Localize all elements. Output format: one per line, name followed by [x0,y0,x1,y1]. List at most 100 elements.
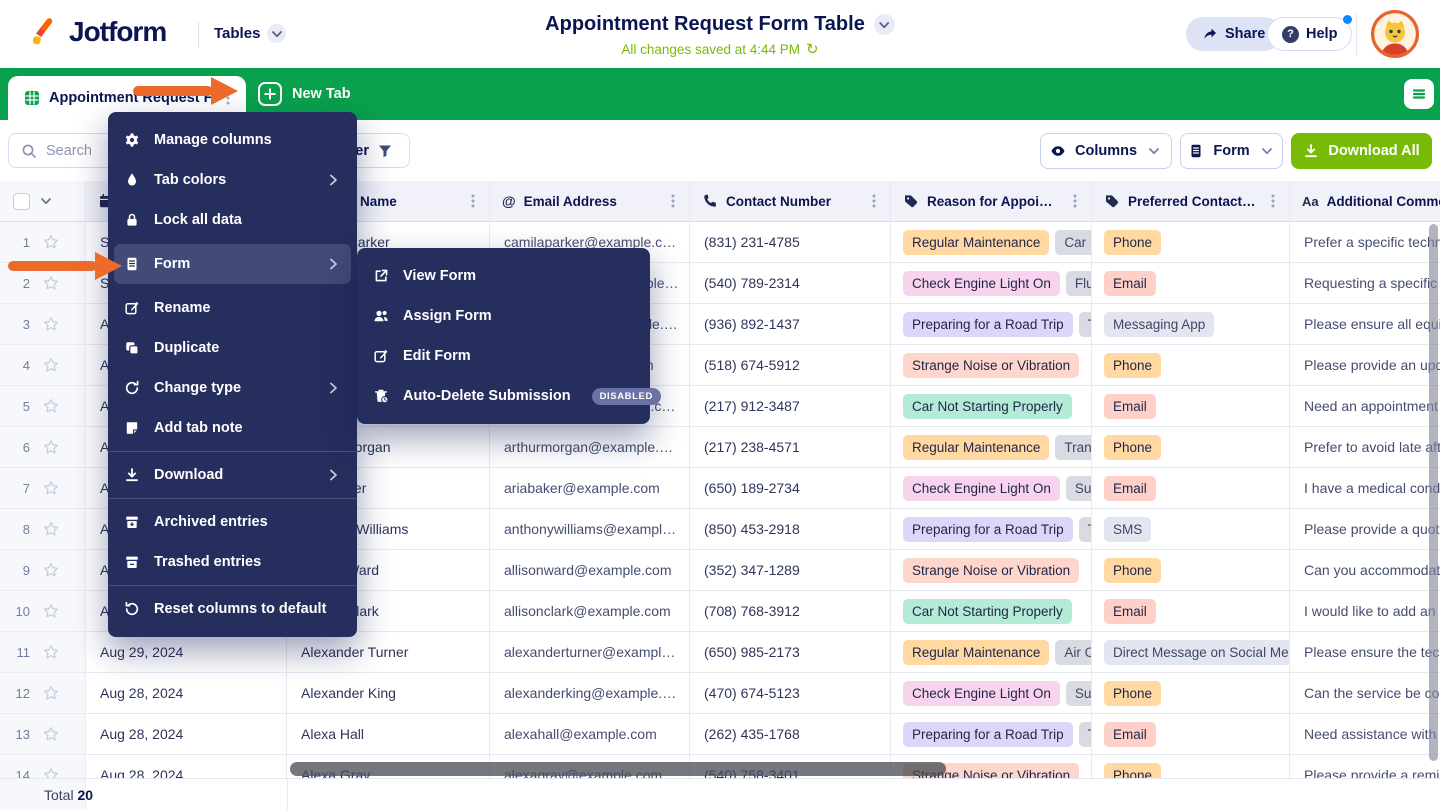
download-all-button[interactable]: Download All [1291,133,1432,169]
cell-reason[interactable]: Regular MaintenanceAir Conditioning [891,632,1092,673]
menu-item-change-type[interactable]: Change type [108,368,357,408]
cell-comments[interactable]: Can you accommodate an early morning [1290,550,1440,591]
cell-comments[interactable]: Please provide a reminder before the [1290,755,1440,778]
horizontal-scrollbar[interactable] [290,762,946,776]
star-icon[interactable] [43,275,59,291]
star-icon[interactable] [43,685,59,701]
cell-reason[interactable]: Regular MaintenanceTransmission [891,427,1092,468]
star-icon[interactable] [43,726,59,742]
cell-date[interactable]: Aug 28, 2024 [86,714,287,755]
cell-phone[interactable]: (936) 892-1437 [690,304,891,345]
cell-email[interactable]: allisonclark@example.com [490,591,690,632]
tables-dropdown[interactable]: Tables [214,24,286,43]
title-chevron-icon[interactable] [874,14,895,35]
cell-preferred-contact[interactable]: Messaging App [1092,304,1290,345]
cell-date[interactable]: Aug 29, 2024 [86,632,287,673]
star-icon[interactable] [43,521,59,537]
star-icon[interactable] [43,439,59,455]
cell-preferred-contact[interactable]: SMS [1092,509,1290,550]
column-header-reason[interactable]: Reason for Appointment [891,181,1092,222]
cell-reason[interactable]: Check Engine Light OnSuspension [891,468,1092,509]
form-button[interactable]: Form [1180,133,1283,169]
cell-reason[interactable]: Strange Noise or Vibration [891,550,1092,591]
menu-item-trashed-entries[interactable]: Trashed entries [108,542,357,582]
star-icon[interactable] [43,603,59,619]
kebab-icon[interactable] [665,193,681,209]
cell-phone[interactable]: (650) 985-2173 [690,632,891,673]
submenu-item-edit-form[interactable]: Edit Form [357,336,650,376]
cell-reason[interactable]: Strange Noise or Vibration [891,345,1092,386]
help-button[interactable]: ? Help [1267,17,1352,51]
column-header-comments[interactable]: Aa Additional Comments [1290,181,1440,222]
cell-comments[interactable]: Requesting a specific service package [1290,263,1440,304]
star-icon[interactable] [43,357,59,373]
cell-preferred-contact[interactable]: Email [1092,263,1290,304]
columns-button[interactable]: Columns [1040,133,1172,169]
cell-comments[interactable]: Can the service be completed today [1290,673,1440,714]
cell-phone[interactable]: (708) 768-3912 [690,591,891,632]
cell-name[interactable]: Alexander King [287,673,490,714]
avatar[interactable] [1371,10,1419,58]
cell-reason[interactable]: Regular MaintenanceCar Inspection [891,222,1092,263]
menu-item-reset-columns-to-default[interactable]: Reset columns to default [108,589,357,629]
cell-reason[interactable]: Check Engine Light OnFluid Leak [891,263,1092,304]
cell-comments[interactable]: Please provide a quote before starting [1290,509,1440,550]
select-all-checkbox[interactable] [13,193,30,210]
cell-preferred-contact[interactable]: Phone [1092,673,1290,714]
cell-email[interactable]: alexanderking@example.com [490,673,690,714]
cell-comments[interactable]: Please ensure all equipment is ready [1290,304,1440,345]
cell-comments[interactable]: Please ensure the technician is certifie… [1290,632,1440,673]
cell-phone[interactable]: (540) 789-2314 [690,263,891,304]
cell-preferred-contact[interactable]: Email [1092,714,1290,755]
menu-item-add-tab-note[interactable]: Add tab note [108,408,357,448]
kebab-icon[interactable] [1067,193,1083,209]
cell-preferred-contact[interactable]: Email [1092,591,1290,632]
cell-phone[interactable]: (352) 347-1289 [690,550,891,591]
menu-item-download[interactable]: Download [108,455,357,495]
star-icon[interactable] [43,234,59,250]
cell-preferred-contact[interactable]: Phone [1092,550,1290,591]
star-icon[interactable] [43,644,59,660]
cell-phone[interactable]: (217) 238-4571 [690,427,891,468]
star-icon[interactable] [43,398,59,414]
cell-email[interactable]: arthurmorgan@example.com [490,427,690,468]
cell-preferred-contact[interactable]: Phone [1092,222,1290,263]
vertical-scrollbar[interactable] [1429,224,1438,761]
cell-email[interactable]: anthonywilliams@example.com [490,509,690,550]
cell-phone[interactable]: (470) 674-5123 [690,673,891,714]
cell-reason[interactable]: Car Not Starting Properly [891,386,1092,427]
star-icon[interactable] [43,316,59,332]
cell-phone[interactable]: (518) 674-5912 [690,345,891,386]
column-header-contact-number[interactable]: Contact Number [690,181,891,222]
submenu-item-view-form[interactable]: View Form [357,256,650,296]
menu-item-tab-colors[interactable]: Tab colors [108,160,357,200]
cell-phone[interactable]: (650) 189-2734 [690,468,891,509]
cell-name[interactable]: Alexander Turner [287,632,490,673]
submenu-item-auto-delete-submission[interactable]: Auto-Delete Submission DISABLED [357,376,650,416]
chevron-down-icon[interactable] [38,193,54,209]
cell-email[interactable]: alexanderturner@example.com [490,632,690,673]
star-icon[interactable] [43,562,59,578]
cell-reason[interactable]: Preparing for a Road TripTire Check [891,509,1092,550]
tab-list-button[interactable] [1404,79,1434,109]
menu-item-lock-all-data[interactable]: Lock all data [108,200,357,240]
column-header-preferred-contact[interactable]: Preferred Contact Method [1092,181,1290,222]
cell-email[interactable]: allisonward@example.com [490,550,690,591]
cell-comments[interactable]: Prefer to avoid late afternoon slots [1290,427,1440,468]
submenu-item-assign-form[interactable]: Assign Form [357,296,650,336]
cell-reason[interactable]: Preparing for a Road TripTire Check [891,304,1092,345]
cell-email[interactable]: alexahall@example.com [490,714,690,755]
cell-comments[interactable]: Need an appointment as soon as possible [1290,386,1440,427]
menu-item-manage-columns[interactable]: Manage columns [108,120,357,160]
menu-item-archived-entries[interactable]: Archived entries [108,502,357,542]
cell-preferred-contact[interactable]: Direct Message on Social Media [1092,632,1290,673]
refresh-icon[interactable]: ↻ [806,40,819,58]
cell-comments[interactable]: Need assistance with a warranty claim [1290,714,1440,755]
cell-reason[interactable]: Check Engine Light OnSuspension [891,673,1092,714]
cell-preferred-contact[interactable]: Email [1092,386,1290,427]
cell-phone[interactable]: (850) 453-2918 [690,509,891,550]
cell-comments[interactable]: Prefer a specific technician for the ser… [1290,222,1440,263]
cell-phone[interactable]: (262) 435-1768 [690,714,891,755]
cell-preferred-contact[interactable]: Email [1092,468,1290,509]
cell-preferred-contact[interactable]: Phone [1092,427,1290,468]
